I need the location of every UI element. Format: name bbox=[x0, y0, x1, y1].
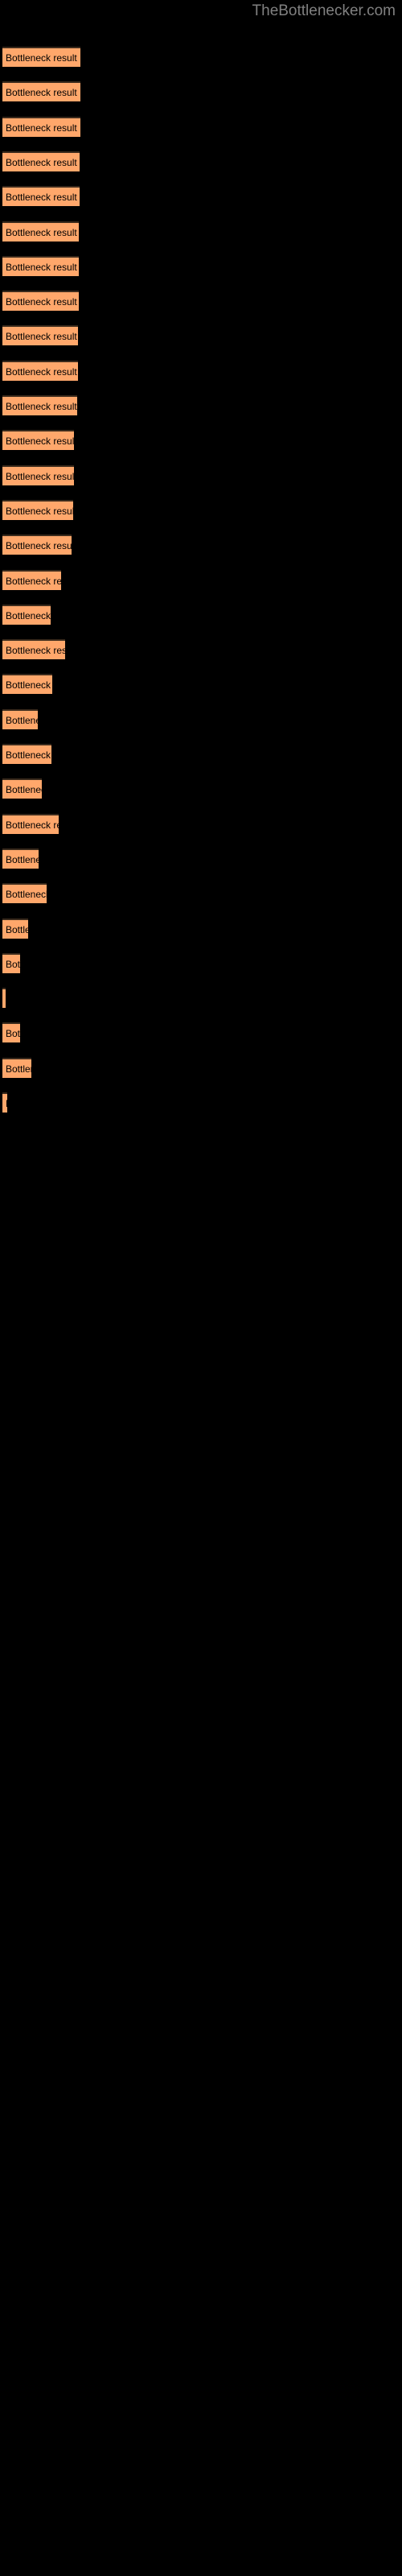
bar-label: Bottleneck result bbox=[6, 365, 77, 378]
bar-label: Bottleneck result bbox=[6, 958, 20, 970]
bottleneck-result-bar[interactable]: Bottleneck result bbox=[2, 255, 79, 276]
bar-label: Bottleneck result bbox=[6, 192, 77, 204]
bottleneck-result-bar[interactable]: Bottleneck result bbox=[2, 1092, 7, 1113]
bar-label: Bottleneck result bbox=[6, 645, 65, 657]
bottleneck-result-bar[interactable]: Bottleneck result bbox=[2, 883, 47, 904]
bar-label: Bottleneck result bbox=[6, 331, 77, 343]
bar-label: Bottleneck result bbox=[6, 52, 77, 64]
bar-label: Bottleneck result bbox=[6, 1028, 20, 1040]
bottleneck-result-bar[interactable]: Bottleneck result bbox=[2, 778, 42, 799]
bar-label: Bottleneck result bbox=[6, 1096, 7, 1111]
bar-label: Bottleneck result bbox=[6, 87, 77, 99]
bar-label: Bottleneck result bbox=[6, 226, 77, 238]
bottleneck-result-bar[interactable]: Bottleneck result bbox=[2, 116, 80, 137]
bottleneck-result-bar[interactable]: Bottleneck result bbox=[2, 325, 78, 346]
bar-label: Bottleneck result bbox=[6, 609, 51, 621]
bottleneck-result-bar[interactable]: Bottleneck result bbox=[2, 499, 73, 520]
bottleneck-result-bar[interactable]: Bottleneck result bbox=[2, 569, 61, 590]
bar-label: Bottleneck result bbox=[6, 749, 51, 761]
bar-label: Bottleneck result bbox=[6, 679, 52, 691]
bar-label: Bottleneck result bbox=[6, 436, 74, 448]
bottleneck-result-bar[interactable]: Bottleneck result bbox=[2, 535, 72, 555]
bar-label: Bottleneck result bbox=[6, 575, 61, 587]
bottleneck-result-bar[interactable]: Bottleneck result bbox=[2, 291, 79, 312]
bar-label: Bottleneck result bbox=[6, 505, 73, 517]
bottleneck-result-bar[interactable]: Bottleneck result bbox=[2, 360, 78, 381]
bottleneck-result-bar[interactable]: Bottleneck result bbox=[2, 395, 77, 415]
bottleneck-result-bar[interactable]: Bottleneck result bbox=[2, 918, 28, 939]
bar-label: Bottleneck result bbox=[6, 540, 72, 552]
bottleneck-result-bar[interactable]: Bottleneck result bbox=[2, 848, 39, 869]
bottleneck-result-bar[interactable]: Bottleneck result bbox=[2, 430, 74, 451]
bar-label: Bottleneck result bbox=[6, 156, 77, 168]
bottleneck-result-bar[interactable]: Bottleneck result bbox=[2, 813, 59, 834]
bar-label: Bottleneck result bbox=[6, 401, 77, 412]
bottleneck-result-bar[interactable]: Bottleneck result bbox=[2, 952, 20, 973]
bottleneck-result-bar[interactable]: Bottleneck result bbox=[2, 639, 65, 660]
bar-label: Bottleneck result bbox=[6, 470, 74, 482]
bottleneck-result-bar[interactable]: Bottleneck result bbox=[2, 186, 80, 207]
bottleneck-result-bar[interactable]: Bottleneck result bbox=[2, 708, 38, 729]
bottleneck-result-bar[interactable]: Bottleneck result bbox=[2, 604, 51, 625]
bar-label: Bottleneck result bbox=[6, 296, 77, 308]
bottleneck-result-bar[interactable]: Bottleneck result bbox=[2, 744, 51, 764]
bottleneck-result-bar[interactable]: Bottleneck result bbox=[2, 81, 80, 102]
bottleneck-result-bar[interactable]: Bottleneck result bbox=[2, 464, 74, 485]
bar-label: Bottleneck result bbox=[6, 261, 77, 273]
bottleneck-result-bar[interactable]: Bottleneck result bbox=[2, 1022, 20, 1043]
bottleneck-result-bar[interactable]: Bottleneck result bbox=[2, 47, 80, 67]
bottleneck-bar-chart: Bottleneck result Bottleneck result Bottle… bbox=[0, 0, 402, 2576]
bottleneck-result-bar[interactable]: Bottleneck result bbox=[2, 221, 79, 242]
bar-label: Bottleneck result bbox=[6, 819, 59, 831]
bar-label: Bottleneck result bbox=[6, 122, 77, 134]
bottleneck-result-bar[interactable]: Bottleneck result bbox=[2, 1057, 31, 1078]
bottleneck-result-bar[interactable]: Bottleneck result bbox=[2, 988, 6, 1009]
bar-label: Bottleneck result bbox=[6, 853, 39, 865]
bottleneck-result-bar[interactable]: Bottleneck result bbox=[2, 151, 80, 171]
bottleneck-result-bar[interactable]: Bottleneck result bbox=[2, 674, 52, 695]
bar-label: Bottleneck result bbox=[6, 923, 28, 935]
bar-label: Bottleneck result bbox=[6, 784, 42, 796]
bar-label: Bottleneck result bbox=[6, 889, 47, 901]
bar-label: Bottleneck result bbox=[6, 714, 38, 726]
bar-label: Bottleneck result bbox=[6, 1063, 31, 1075]
